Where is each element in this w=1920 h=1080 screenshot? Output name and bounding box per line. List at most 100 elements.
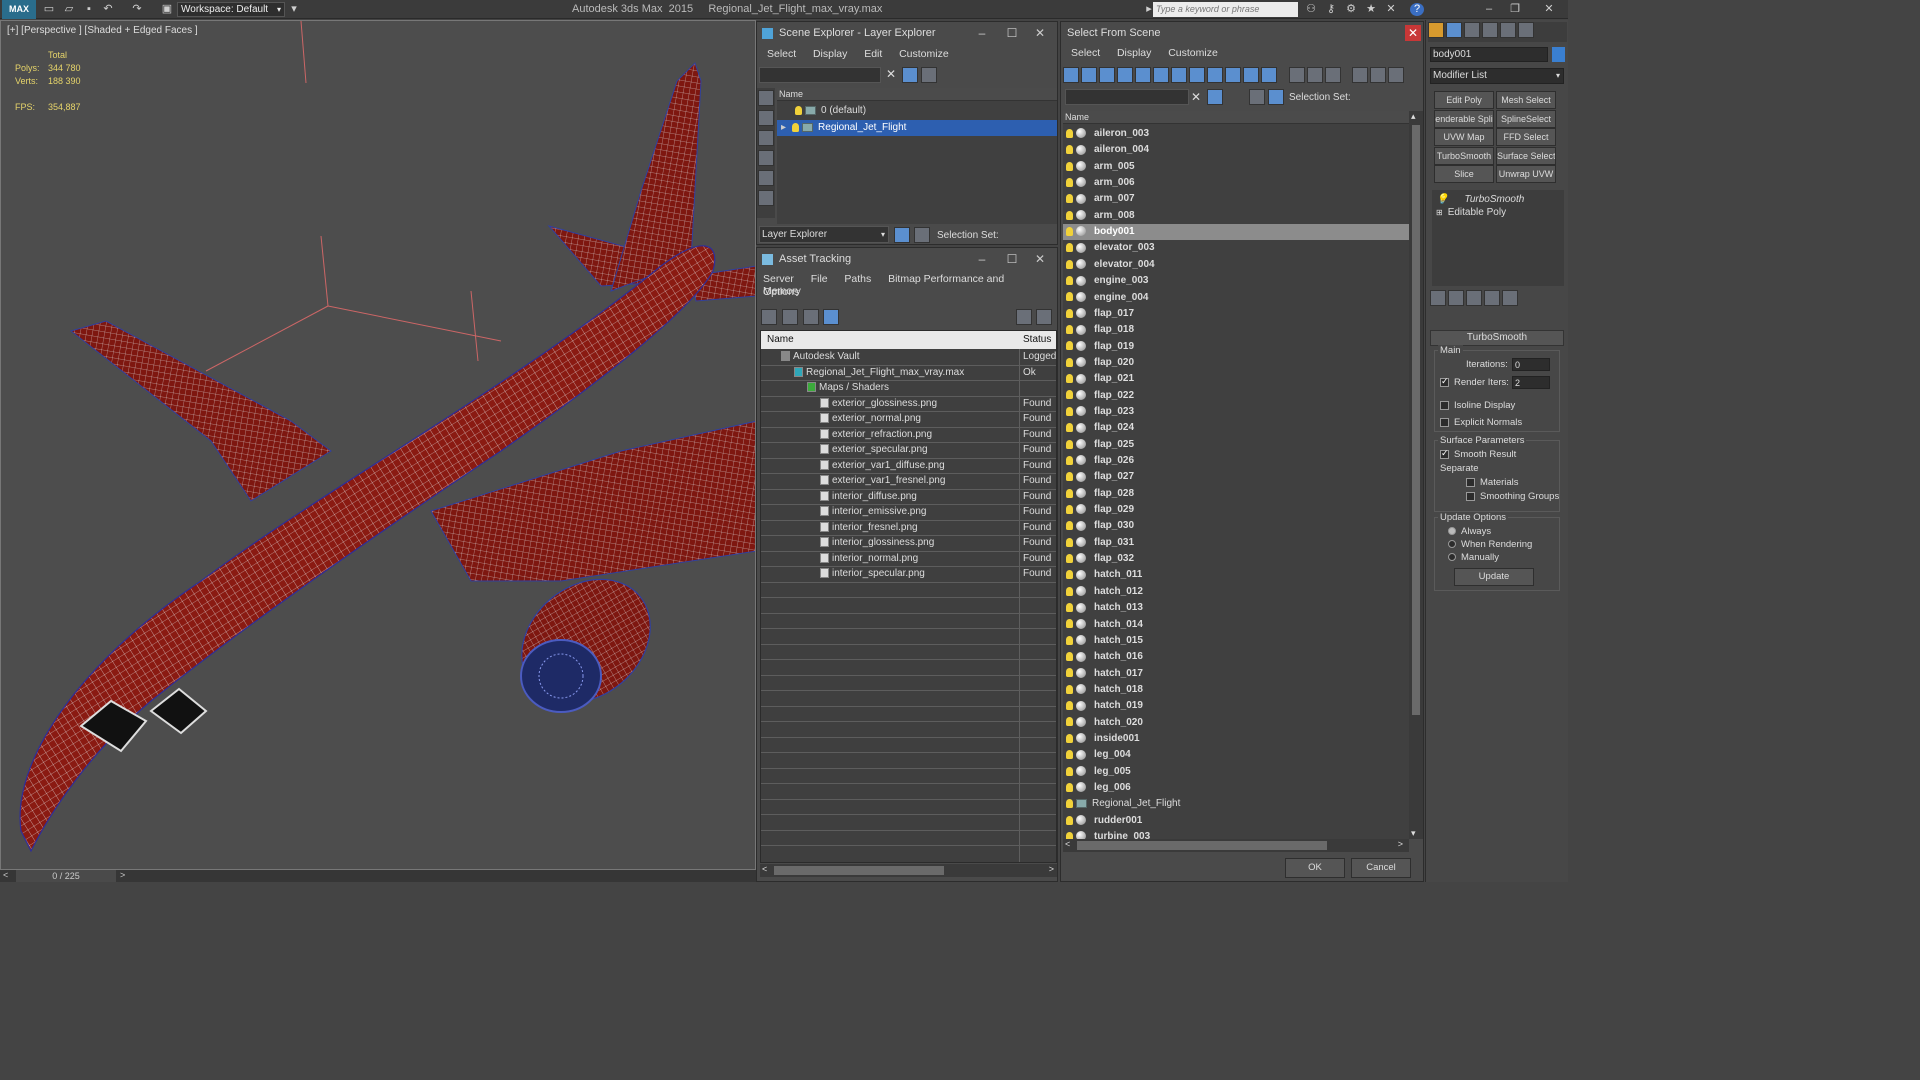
modifier-button[interactable]: TurboSmooth: [1434, 146, 1494, 165]
explicit-normals-row[interactable]: Explicit Normals: [1440, 417, 1522, 428]
col-name[interactable]: Name: [767, 334, 794, 345]
scene-object-row[interactable]: hatch_017: [1063, 666, 1409, 682]
restore-icon[interactable]: ❐: [1508, 3, 1522, 16]
scene-object-row[interactable]: leg_004: [1063, 747, 1409, 763]
iterations-spinner[interactable]: 0: [1512, 358, 1550, 371]
light-bulb-icon[interactable]: [1066, 276, 1073, 285]
close-icon[interactable]: ✕: [1542, 3, 1556, 16]
light-bulb-icon[interactable]: [1066, 145, 1073, 155]
modifier-button[interactable]: SplineSelect: [1496, 109, 1556, 128]
scroll-thumb[interactable]: [1412, 125, 1420, 715]
scene-object-row[interactable]: hatch_011: [1063, 567, 1409, 583]
modifier-button[interactable]: Edit Poly: [1434, 91, 1494, 109]
save-icon[interactable]: ▪: [82, 3, 96, 16]
scene-hscrollbar[interactable]: < >: [1063, 839, 1409, 852]
display-lights-icon[interactable]: [758, 150, 774, 166]
app-logo[interactable]: MAX: [2, 0, 36, 19]
asset-row[interactable]: interior_fresnel.png Found: [761, 520, 1056, 536]
slider-next-icon[interactable]: >: [120, 870, 125, 880]
scene-object-row[interactable]: leg_006: [1063, 780, 1409, 796]
light-bulb-icon[interactable]: [1066, 782, 1073, 792]
ok-button[interactable]: OK: [1285, 858, 1345, 878]
help-icon[interactable]: [1016, 309, 1032, 325]
always-radio[interactable]: [1448, 527, 1456, 536]
filter-geometry-icon[interactable]: [1063, 67, 1079, 83]
asset-row[interactable]: interior_diffuse.png Found: [761, 489, 1056, 505]
object-name-input[interactable]: body001: [1430, 47, 1548, 62]
light-bulb-icon[interactable]: [1066, 357, 1073, 367]
close-icon[interactable]: ✕: [1405, 25, 1421, 41]
key-icon[interactable]: ⚷: [1324, 3, 1338, 16]
scene-object-row[interactable]: hatch_019: [1063, 698, 1409, 714]
table-view-icon[interactable]: [823, 309, 840, 325]
perspective-viewport[interactable]: [+] [Perspective ] [Shaded + Edged Faces…: [0, 20, 756, 870]
detail-view-icon[interactable]: [802, 309, 819, 325]
maximize-icon[interactable]: ☐: [997, 248, 1027, 270]
modifier-button[interactable]: Slice: [1434, 165, 1494, 183]
light-bulb-icon[interactable]: [1066, 603, 1073, 612]
scene-object-row[interactable]: elevator_004: [1063, 257, 1409, 273]
display-geometry-icon[interactable]: [758, 110, 774, 126]
cancel-button[interactable]: Cancel: [1351, 858, 1411, 878]
display-objects-icon[interactable]: [758, 90, 774, 106]
asset-row[interactable]: exterior_var1_diffuse.png Found: [761, 458, 1056, 474]
scroll-left-icon[interactable]: <: [1065, 839, 1070, 849]
scroll-down-icon[interactable]: ▾: [1411, 828, 1416, 839]
light-bulb-icon[interactable]: [1066, 684, 1073, 694]
select-none-icon[interactable]: [1306, 67, 1323, 83]
light-bulb-icon[interactable]: [1066, 325, 1073, 335]
asset-row[interactable]: exterior_glossiness.png Found: [761, 396, 1056, 412]
open-file-icon[interactable]: ▱: [62, 3, 76, 16]
materials-row[interactable]: Materials: [1466, 477, 1519, 488]
refresh-icon[interactable]: [761, 309, 777, 325]
scroll-thumb[interactable]: [1077, 841, 1327, 850]
scene-object-row[interactable]: flap_017: [1063, 306, 1409, 322]
light-bulb-icon[interactable]: [1066, 504, 1073, 514]
menu-display[interactable]: Display: [1117, 47, 1151, 59]
object-color-swatch[interactable]: [1552, 47, 1565, 62]
scene-object-row[interactable]: arm_006: [1063, 175, 1409, 191]
asset-row[interactable]: interior_normal.png Found: [761, 551, 1056, 567]
search-input[interactable]: Type a keyword or phrase: [1153, 2, 1298, 17]
display-helpers-icon[interactable]: [758, 190, 774, 206]
filter-bones-icon[interactable]: [1207, 67, 1223, 83]
scene-object-row[interactable]: flap_030: [1063, 518, 1409, 534]
bulb-icon[interactable]: 💡: [1436, 194, 1448, 205]
configure-sets-icon[interactable]: [1502, 290, 1518, 306]
asset-row[interactable]: Maps / Shaders: [761, 380, 1056, 396]
light-bulb-icon[interactable]: [1066, 243, 1073, 253]
scene-object-row[interactable]: flap_027: [1063, 469, 1409, 485]
render-iters-row[interactable]: Render Iters:: [1440, 376, 1509, 388]
remove-modifier-icon[interactable]: [1484, 290, 1500, 306]
light-bulb-icon[interactable]: [1066, 455, 1073, 465]
filter-cameras-icon[interactable]: [1117, 67, 1133, 83]
light-bulb-icon[interactable]: [1066, 668, 1073, 678]
explorer-type-dropdown[interactable]: Layer Explorer ▾: [759, 226, 889, 243]
menu-customize[interactable]: Customize: [899, 48, 949, 60]
modifier-button[interactable]: Mesh Select: [1496, 91, 1556, 109]
scene-search-input[interactable]: [1065, 89, 1189, 105]
light-bulb-icon[interactable]: [1066, 292, 1073, 302]
light-bulb-icon[interactable]: [792, 122, 800, 132]
stack-item-editable-poly[interactable]: ⊞ Editable Poly: [1432, 205, 1564, 221]
menu-display[interactable]: Display: [813, 48, 847, 60]
toolbar-overflow-icon[interactable]: ▾: [287, 3, 301, 16]
workspace-dropdown[interactable]: Workspace: Default ▾: [177, 2, 285, 17]
menu-edit[interactable]: Edit: [864, 48, 882, 60]
utilities-tab-icon[interactable]: [1518, 22, 1534, 38]
scene-object-row[interactable]: aileron_003: [1063, 126, 1409, 142]
project-icon[interactable]: ▣: [160, 3, 174, 16]
light-bulb-icon[interactable]: [1066, 750, 1073, 760]
scene-vscrollbar[interactable]: ▴ ▾: [1409, 111, 1423, 839]
menu-server[interactable]: Server: [763, 273, 794, 285]
modify-tab-icon[interactable]: [1446, 22, 1462, 38]
scene-object-row[interactable]: flap_025: [1063, 437, 1409, 453]
light-bulb-icon[interactable]: [1066, 177, 1073, 187]
close-icon[interactable]: ✕: [1025, 248, 1055, 270]
filter-xrefs-icon[interactable]: [1189, 67, 1205, 83]
filter-shapes-icon[interactable]: [1081, 67, 1097, 83]
layer-search-input[interactable]: [759, 67, 881, 83]
scene-object-row[interactable]: flap_032: [1063, 551, 1409, 567]
time-slider[interactable]: 0 / 225: [16, 870, 116, 882]
scene-object-row[interactable]: flap_028: [1063, 486, 1409, 502]
